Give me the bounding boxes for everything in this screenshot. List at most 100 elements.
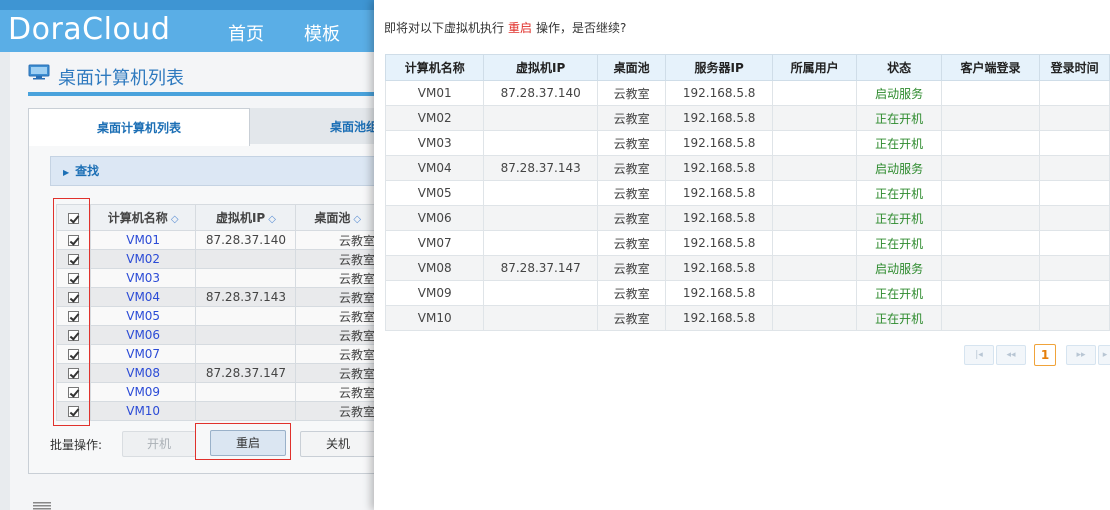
vm-name-link[interactable]: VM01	[89, 230, 197, 250]
start-button[interactable]: 开机	[122, 431, 196, 457]
shutdown-button[interactable]: 关机	[300, 431, 376, 457]
table-row[interactable]: VM05 云教室	[56, 306, 380, 326]
table-row[interactable]: VM02 云教室	[56, 249, 380, 269]
vm-name-link[interactable]: VM03	[89, 268, 197, 288]
table-row[interactable]: VM08 87.28.37.147 云教室	[56, 363, 380, 383]
dialog-col-header: 服务器IP	[665, 54, 773, 81]
dialog-vm-pool: 云教室	[596, 130, 667, 156]
dialog-server-ip: 192.168.5.8	[665, 305, 773, 331]
vm-name-link[interactable]: VM10	[89, 401, 197, 421]
next-page-icon[interactable]: ▸▸	[1066, 345, 1096, 365]
prev-page-icon[interactable]: ◂◂	[996, 345, 1026, 365]
vm-ip-cell	[195, 344, 297, 364]
col-header-pool[interactable]: 桌面池 ◇	[295, 204, 380, 231]
tab-desktop-computers[interactable]: 桌面计算机列表	[28, 108, 250, 146]
dialog-login-time	[1039, 205, 1110, 231]
dialog-vm-ip	[483, 280, 598, 306]
sort-icon[interactable]: ◇	[171, 214, 179, 225]
dialog-user	[771, 180, 858, 206]
dialog-login-time	[1039, 80, 1110, 106]
vm-name-link[interactable]: VM08	[89, 363, 197, 383]
vm-ip-cell	[195, 249, 297, 269]
affected-vm-table: 计算机名称 虚拟机IP 桌面池 服务器IP 所属用户 状态 客户端登录 登录时间 VM01 87…	[384, 54, 1110, 331]
dialog-vm-pool: 云教室	[596, 280, 667, 306]
vm-pool-cell: 云教室	[295, 344, 380, 364]
dialog-server-ip: 192.168.5.8	[665, 105, 773, 131]
vm-ip-cell: 87.28.37.140	[195, 230, 297, 250]
vm-ip-cell	[195, 306, 297, 326]
nav-home[interactable]: 首页	[228, 20, 264, 46]
col-header-name[interactable]: 计算机名称 ◇	[89, 204, 197, 231]
dialog-vm-pool: 云教室	[596, 230, 667, 256]
table-row[interactable]: VM10 云教室	[56, 401, 380, 421]
dialog-login-time	[1039, 105, 1110, 131]
current-page[interactable]: 1	[1034, 344, 1056, 366]
vm-name-link[interactable]: VM04	[89, 287, 197, 307]
table-row[interactable]: VM09 云教室	[56, 382, 380, 402]
vm-name-link[interactable]: VM05	[89, 306, 197, 326]
dialog-vm-ip	[483, 180, 598, 206]
table-row[interactable]: VM06 云教室	[56, 325, 380, 345]
dialog-status: 正在开机	[856, 280, 942, 306]
vm-ip-cell: 87.28.37.143	[195, 287, 297, 307]
app-logo: DoraCloud	[8, 12, 171, 47]
dialog-login-time	[1039, 180, 1110, 206]
dialog-vm-pool: 云教室	[596, 255, 667, 281]
menu-icon[interactable]	[33, 501, 51, 510]
dialog-vm-pool: 云教室	[596, 80, 667, 106]
table-row: VM02 云教室 192.168.5.8 正在开机	[384, 105, 1110, 131]
reboot-highlight-box	[195, 423, 291, 460]
dialog-vm-pool: 云教室	[596, 180, 667, 206]
search-toggle[interactable]: ▶ 查找	[50, 156, 380, 186]
table-row[interactable]: VM04 87.28.37.143 云教室	[56, 287, 380, 307]
dialog-client-login	[940, 155, 1041, 181]
page-title: 桌面计算机列表	[58, 68, 184, 89]
dialog-login-time	[1039, 155, 1110, 181]
col-header-ip[interactable]: 虚拟机IP ◇	[195, 204, 297, 231]
sort-icon[interactable]: ◇	[353, 214, 361, 225]
nav-template[interactable]: 模板	[304, 20, 340, 46]
dialog-login-time	[1039, 305, 1110, 331]
vm-name-link[interactable]: VM06	[89, 325, 197, 345]
dialog-vm-name: VM10	[384, 305, 485, 331]
dialog-vm-ip	[483, 105, 598, 131]
dialog-status: 正在开机	[856, 230, 942, 256]
dialog-vm-name: VM05	[384, 180, 485, 206]
dialog-server-ip: 192.168.5.8	[665, 255, 773, 281]
table-row: VM01 87.28.37.140 云教室 192.168.5.8 启动服务	[384, 80, 1110, 106]
dialog-status: 正在开机	[856, 180, 942, 206]
vm-ip-cell	[195, 325, 297, 345]
vm-pool-cell: 云教室	[295, 325, 380, 345]
dialog-user	[771, 305, 858, 331]
dialog-vm-pool: 云教室	[596, 105, 667, 131]
monitor-icon	[28, 64, 50, 80]
computer-table: 计算机名称 ◇ 虚拟机IP ◇ 桌面池 ◇ VM01 87.28.37.140 云教室 VM…	[56, 204, 380, 421]
table-row[interactable]: VM01 87.28.37.140 云教室	[56, 230, 380, 250]
table-row: VM03 云教室 192.168.5.8 正在开机	[384, 130, 1110, 156]
confirm-action: 重启	[508, 21, 533, 35]
vm-name-link[interactable]: VM02	[89, 249, 197, 269]
dialog-vm-pool: 云教室	[596, 305, 667, 331]
first-page-icon[interactable]: |◂	[964, 345, 994, 365]
dialog-server-ip: 192.168.5.8	[665, 230, 773, 256]
vm-name-link[interactable]: VM07	[89, 344, 197, 364]
vm-name-link[interactable]: VM09	[89, 382, 197, 402]
dialog-vm-ip	[483, 230, 598, 256]
table-row[interactable]: VM07 云教室	[56, 344, 380, 364]
dialog-vm-name: VM06	[384, 205, 485, 231]
tab-desktop-pool-group[interactable]: 桌面池组	[250, 108, 380, 144]
dialog-user	[771, 130, 858, 156]
dialog-client-login	[940, 305, 1041, 331]
sort-icon[interactable]: ◇	[268, 214, 276, 225]
vm-pool-cell: 云教室	[295, 382, 380, 402]
dialog-vm-ip: 87.28.37.140	[483, 80, 598, 106]
vm-ip-cell	[195, 268, 297, 288]
checkbox-highlight-box	[53, 198, 90, 426]
dialog-server-ip: 192.168.5.8	[665, 130, 773, 156]
last-page-icon[interactable]: ▸	[1098, 345, 1110, 365]
dialog-vm-ip	[483, 305, 598, 331]
dialog-col-header: 客户端登录	[940, 54, 1041, 81]
table-row: VM04 87.28.37.143 云教室 192.168.5.8 启动服务	[384, 155, 1110, 181]
table-row[interactable]: VM03 云教室	[56, 268, 380, 288]
vm-pool-cell: 云教室	[295, 249, 380, 269]
